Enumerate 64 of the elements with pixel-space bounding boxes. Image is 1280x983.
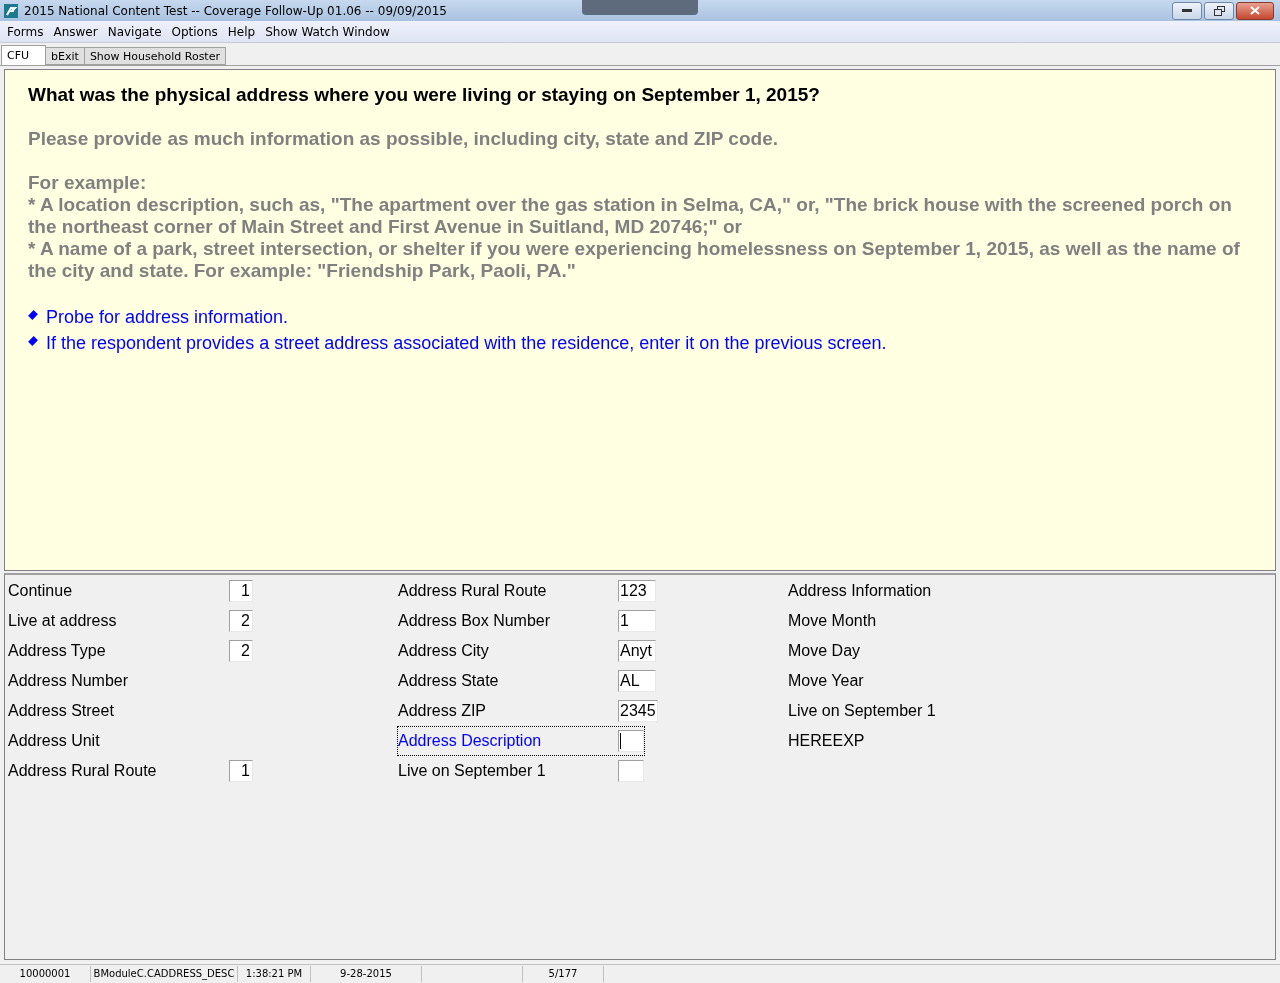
minimize-icon <box>1182 8 1192 13</box>
field-label: Address Type <box>8 642 107 660</box>
menu-item[interactable]: Answer <box>48 24 103 39</box>
example-text: * A location description, such as, "The apartment over the gas station in Selma, CA," or, "The brick house with the screened porch on the northeast corner of Main Street and First Avenue in Suitland, MD 20746;" or <box>28 194 1233 238</box>
field-label: HEREEXP <box>788 732 866 750</box>
field-label: Address Rural Route <box>8 762 158 780</box>
field-label: Address Unit <box>8 732 101 750</box>
menu-item[interactable]: Navigate <box>102 24 167 39</box>
status-text: 1:38:21 PM <box>238 966 311 982</box>
help-text: Please provide as much information as possible, including city, state and ZIP code. <box>28 128 779 150</box>
field-label: Address Street <box>8 702 115 720</box>
menu-item[interactable]: Show Watch Window <box>260 24 395 39</box>
input-field[interactable] <box>618 730 644 752</box>
field-label: Address ZIP <box>398 702 488 720</box>
input-field[interactable]: 123 <box>618 580 656 602</box>
input-field[interactable]: 1 <box>229 760 253 782</box>
field-label: Address Description <box>398 732 543 750</box>
field-label: Address Information <box>788 582 933 600</box>
input-field[interactable]: 2345 <box>618 700 658 722</box>
field-label: Live on September 1 <box>398 762 547 780</box>
menu-item[interactable]: Forms <box>2 24 49 39</box>
field-label: Address Number <box>8 672 130 690</box>
status-text: 9-28-2015 <box>311 966 422 982</box>
instruction-text: Probe for address information. <box>46 306 289 328</box>
input-field[interactable]: 2 <box>229 610 253 632</box>
field-label: Move Day <box>788 642 862 660</box>
field-label: Live on September 1 <box>788 702 937 720</box>
tab[interactable]: Show Household Roster <box>83 47 226 65</box>
restore-button[interactable] <box>1204 1 1234 20</box>
status-text: BModuleC.CADDRESS_DESC <box>91 966 238 982</box>
menu-item[interactable]: Options <box>166 24 223 39</box>
status-text: 5/177 <box>523 966 604 982</box>
restore-icon <box>1213 5 1225 16</box>
close-icon <box>1250 6 1260 15</box>
status-text: 10000001 <box>0 966 91 982</box>
field-label: Address Rural Route <box>398 582 548 600</box>
field-label: Move Month <box>788 612 878 630</box>
example-heading: For example: <box>28 172 148 194</box>
close-button[interactable] <box>1236 1 1274 20</box>
app-icon <box>4 3 18 18</box>
input-field[interactable]: 1 <box>618 610 656 632</box>
input-field[interactable]: AL <box>618 670 656 692</box>
tab[interactable]: bExit <box>45 47 85 65</box>
question-text: What was the physical address where you were living or staying on September 1, 2015? <box>28 84 821 106</box>
bullet-icon <box>28 336 38 346</box>
input-field[interactable] <box>618 760 644 782</box>
field-label: Continue <box>8 582 74 600</box>
grip-handle[interactable] <box>582 0 698 15</box>
active-field[interactable]: Address Description <box>397 726 645 756</box>
example-text: * A name of a park, street intersection, or shelter if you were experiencing homelessness on September 1, 2015, as well as the name of the city and state. For example: "Friendship Park, Paoli, PA." <box>28 238 1241 282</box>
field-label: Address State <box>398 672 500 690</box>
window-title: 2015 National Content Test -- Coverage Follow-Up 01.06 -- 09/09/2015 <box>24 3 447 18</box>
menu-item[interactable]: Help <box>222 24 261 39</box>
instruction-text: If the respondent provides a street address associated with the residence, enter it on the previous screen. <box>46 332 887 354</box>
field-label: Move Year <box>788 672 865 690</box>
field-label: Address Box Number <box>398 612 552 630</box>
bullet-icon <box>28 310 38 320</box>
field-label: Address City <box>398 642 490 660</box>
input-field[interactable]: 2 <box>229 640 253 662</box>
input-field[interactable]: Anyt <box>618 640 656 662</box>
field-label: Live at address <box>8 612 118 630</box>
input-field[interactable]: 1 <box>229 580 253 602</box>
minimize-button[interactable] <box>1172 1 1202 20</box>
tab[interactable]: CFU <box>1 45 47 65</box>
